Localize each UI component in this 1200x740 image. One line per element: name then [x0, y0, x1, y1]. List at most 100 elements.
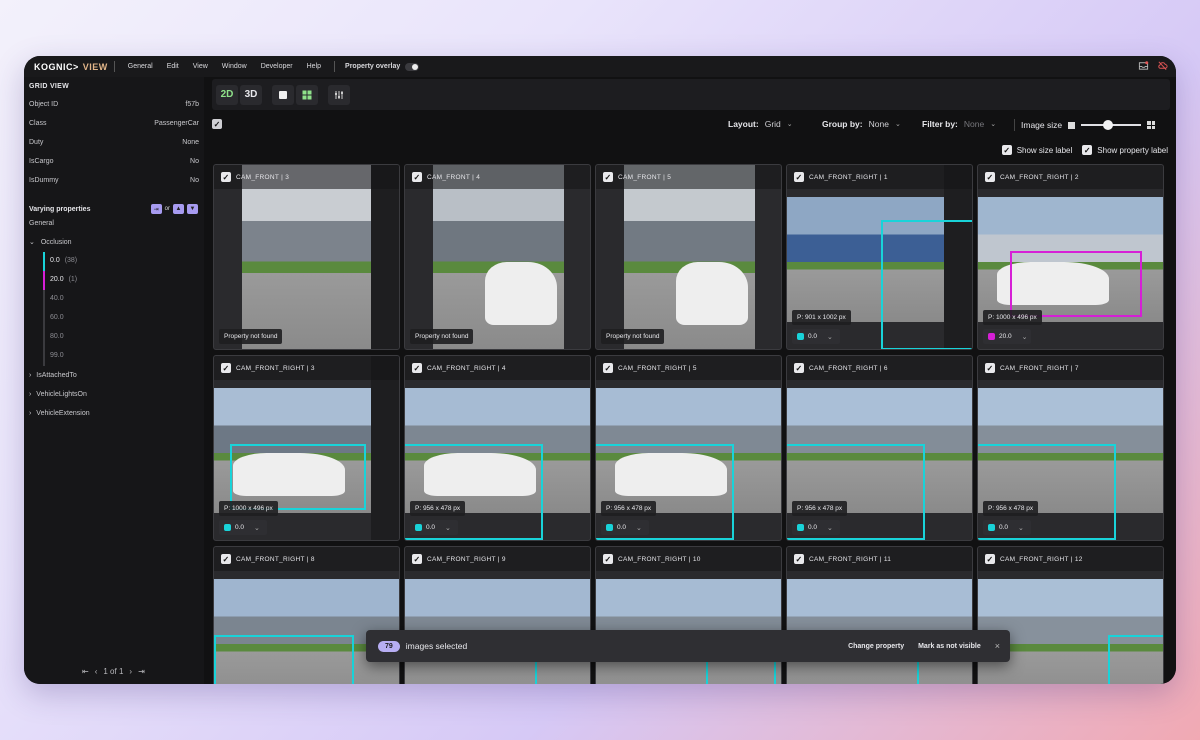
- card-checkbox[interactable]: ✓: [221, 363, 231, 373]
- filter-by-dropdown[interactable]: Filter by: None ⌄: [922, 119, 996, 129]
- grid-card[interactable]: ✓ CAM_FRONT | 5 Property not found: [595, 164, 782, 350]
- image-size-slider[interactable]: [1081, 120, 1142, 130]
- grid-card[interactable]: ✓ CAM_FRONT_RIGHT | 10: [595, 546, 782, 684]
- inbox-icon[interactable]: [1138, 60, 1149, 71]
- grid-card[interactable]: ✓ CAM_FRONT_RIGHT | 8: [213, 546, 400, 684]
- value-color-dot: [606, 524, 613, 531]
- property-value-dropdown[interactable]: 20.0 ⌄: [983, 329, 1031, 344]
- occlusion-value-20[interactable]: 20.0 (1): [50, 276, 77, 283]
- sidebar-title: GRID VIEW: [29, 83, 70, 90]
- sort-up-icon[interactable]: ▲: [173, 204, 184, 214]
- prop-row-iscargo: IsCargo No: [29, 158, 199, 165]
- card-checkbox[interactable]: ✓: [794, 172, 804, 182]
- tree-vehiclelightson[interactable]: › VehicleLightsOn: [29, 391, 87, 398]
- first-page-icon[interactable]: ⇤: [82, 667, 89, 676]
- grid-card[interactable]: ✓ CAM_FRONT_RIGHT | 2 P: 1000 x 496 px 20.0…: [977, 164, 1164, 350]
- grid-card[interactable]: ✓ CAM_FRONT_RIGHT | 3 P: 1000 x 496 px 0.0 ⌄: [213, 355, 400, 541]
- grid-card[interactable]: ✓ CAM_FRONT_RIGHT | 5 P: 956 x 478 px 0.0 ⌄: [595, 355, 782, 541]
- small-size-icon[interactable]: [1068, 121, 1076, 129]
- card-checkbox[interactable]: ✓: [985, 172, 995, 182]
- card-header: ✓ CAM_FRONT_RIGHT | 11: [787, 547, 972, 571]
- card-checkbox[interactable]: ✓: [794, 554, 804, 564]
- sort-down-icon[interactable]: ▼: [187, 204, 198, 214]
- card-checkbox[interactable]: ✓: [412, 554, 422, 564]
- card-header: ✓ CAM_FRONT | 4: [405, 165, 590, 189]
- mode-2d-button[interactable]: 2D: [216, 84, 238, 105]
- app-window: KOGNIC > VIEW General Edit View Window De…: [24, 56, 1176, 684]
- logo-suffix: VIEW: [82, 61, 108, 72]
- show-property-label-toggle[interactable]: ✓ Show property label: [1082, 145, 1168, 155]
- card-checkbox[interactable]: ✓: [221, 554, 231, 564]
- card-header: ✓ CAM_FRONT_RIGHT | 3: [214, 356, 399, 380]
- chevron-down-icon: ⌄: [1021, 333, 1028, 341]
- image-size-control: Image size: [1014, 119, 1156, 131]
- property-value-dropdown[interactable]: 0.0 ⌄: [792, 520, 840, 535]
- menu-developer[interactable]: Developer: [261, 63, 293, 70]
- card-checkbox[interactable]: ✓: [412, 172, 422, 182]
- close-icon[interactable]: ×: [995, 641, 1000, 651]
- card-checkbox[interactable]: ✓: [603, 554, 613, 564]
- cloud-offline-icon[interactable]: [1157, 60, 1168, 71]
- card-header: ✓ CAM_FRONT_RIGHT | 8: [214, 547, 399, 571]
- menu-window[interactable]: Window: [222, 63, 247, 70]
- card-checkbox[interactable]: ✓: [412, 363, 422, 373]
- card-checkbox[interactable]: ✓: [794, 363, 804, 373]
- tree-vehicleextension[interactable]: › VehicleExtension: [29, 410, 90, 417]
- layout-dropdown[interactable]: Layout: Grid ⌄: [728, 119, 793, 129]
- car-shape: [485, 261, 558, 325]
- value-color-dot: [797, 524, 804, 531]
- occlusion-value-0[interactable]: 0.0 (38): [50, 257, 77, 264]
- single-view-icon[interactable]: [272, 84, 294, 105]
- menu-general[interactable]: General: [128, 63, 153, 70]
- menu-view[interactable]: View: [193, 63, 208, 70]
- sliders-icon[interactable]: [328, 84, 350, 105]
- change-property-button[interactable]: Change property: [848, 643, 904, 650]
- card-checkbox[interactable]: ✓: [603, 363, 613, 373]
- property-value-dropdown[interactable]: 0.0 ⌄: [601, 520, 649, 535]
- property-value-dropdown[interactable]: 0.0 ⌄: [983, 520, 1031, 535]
- prop-key: Class: [29, 120, 47, 127]
- occlusion-value-99[interactable]: 99.0: [50, 352, 64, 359]
- card-checkbox[interactable]: ✓: [221, 172, 231, 182]
- menu-edit[interactable]: Edit: [167, 63, 179, 70]
- card-checkbox[interactable]: ✓: [603, 172, 613, 182]
- menu-help[interactable]: Help: [307, 63, 321, 70]
- property-overlay-toggle[interactable]: [405, 62, 420, 71]
- card-title: CAM_FRONT_RIGHT | 1: [809, 173, 888, 181]
- chevron-down-icon: ⌄: [827, 524, 833, 532]
- large-grid-icon[interactable]: [1147, 121, 1156, 129]
- size-label: P: 956 x 478 px: [410, 501, 466, 516]
- card-checkbox[interactable]: ✓: [985, 363, 995, 373]
- occlusion-value-40[interactable]: 40.0: [50, 295, 64, 302]
- prev-page-icon[interactable]: ‹: [95, 667, 98, 676]
- grid-card[interactable]: ✓ CAM_FRONT | 3 Property not found: [213, 164, 400, 350]
- tree-isattachedto[interactable]: › IsAttachedTo: [29, 372, 77, 379]
- grid-card[interactable]: ✓ CAM_FRONT_RIGHT | 9: [404, 546, 591, 684]
- mark-not-visible-button[interactable]: Mark as not visible: [918, 643, 981, 650]
- grid-card[interactable]: ✓ CAM_FRONT_RIGHT | 11: [786, 546, 973, 684]
- property-value-dropdown[interactable]: 0.0 ⌄: [792, 329, 840, 344]
- grid-card[interactable]: ✓ CAM_FRONT_RIGHT | 7 P: 956 x 478 px 0.0 ⌄: [977, 355, 1164, 541]
- grid-view-icon[interactable]: [296, 84, 318, 105]
- last-page-icon[interactable]: ⇥: [138, 667, 145, 676]
- property-value-dropdown[interactable]: 0.0 ⌄: [219, 520, 267, 535]
- select-all-checkbox[interactable]: ✓: [212, 119, 222, 129]
- chevron-down-icon: ⌄: [894, 121, 901, 128]
- grid-card[interactable]: ✓ CAM_FRONT_RIGHT | 1 P: 901 x 1002 px 0.0 ⌄: [786, 164, 973, 350]
- mode-3d-button[interactable]: 3D: [240, 84, 262, 105]
- property-value-dropdown[interactable]: 0.0 ⌄: [410, 520, 458, 535]
- grid-card[interactable]: ✓ CAM_FRONT_RIGHT | 6 P: 956 x 478 px 0.0 ⌄: [786, 355, 973, 541]
- tree-occlusion[interactable]: ⌄ Occlusion: [29, 238, 72, 246]
- occlusion-value-60[interactable]: 60.0: [50, 314, 64, 321]
- occlusion-value-80[interactable]: 80.0: [50, 333, 64, 340]
- next-page-icon[interactable]: ›: [129, 667, 132, 676]
- grid-card[interactable]: ✓ CAM_FRONT | 4 Property not found: [404, 164, 591, 350]
- grid-card[interactable]: ✓ CAM_FRONT_RIGHT | 4 P: 956 x 478 px 0.0 ⌄: [404, 355, 591, 541]
- merge-icon[interactable]: ⇥: [150, 204, 162, 214]
- group-by-dropdown[interactable]: Group by: None ⌄: [822, 119, 901, 129]
- card-title: CAM_FRONT_RIGHT | 11: [809, 555, 892, 563]
- image-size-label: Image size: [1021, 120, 1063, 130]
- card-checkbox[interactable]: ✓: [985, 554, 995, 564]
- show-size-label-toggle[interactable]: ✓ Show size label: [1001, 145, 1072, 155]
- grid-card[interactable]: ✓ CAM_FRONT_RIGHT | 12: [977, 546, 1164, 684]
